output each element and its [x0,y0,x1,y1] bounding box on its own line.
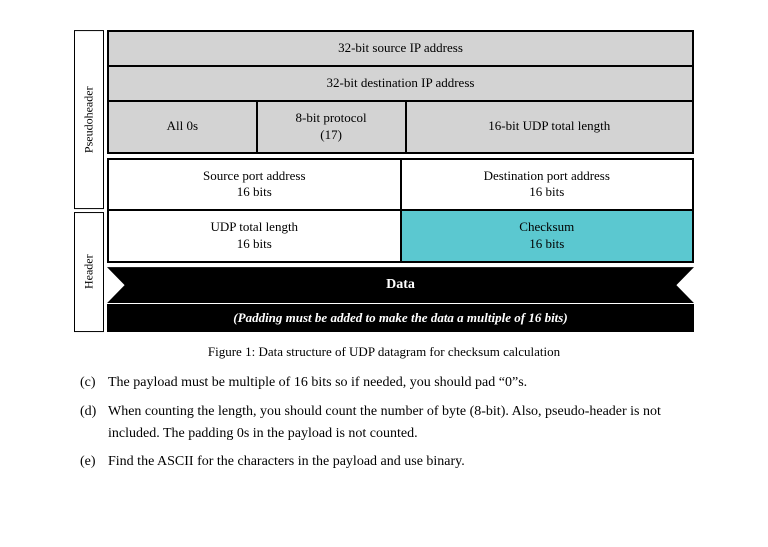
protocol-cell: 8-bit protocol (17) [256,102,405,152]
udp-length-cell: 16-bit UDP total length [405,102,693,152]
row-ports: Source port address 16 bits Destination … [107,158,694,210]
dest-ip-cell: 32-bit destination IP address [109,67,692,100]
list-item-c: (c) The payload must be multiple of 16 b… [80,372,688,394]
row-protocol: All 0s 8-bit protocol (17) 16-bit UDP to… [107,100,694,154]
list-item-e-label: (e) [80,451,108,473]
list-item-c-label: (c) [80,372,108,394]
row-source-ip: 32-bit source IP address [107,30,694,65]
list-item-d: (d) When counting the length, you should… [80,401,688,446]
figure-caption: Figure 1: Data structure of UDP datagram… [84,344,684,360]
source-port-cell: Source port address 16 bits [109,160,400,210]
data-row: Data [107,267,694,303]
data-note: (Padding must be added to make the data … [107,304,694,332]
udp-diagram: Pseudoheader Header 32-bit source IP add… [74,30,694,332]
udp-total-length-cell: UDP total length 16 bits [109,211,400,261]
row-dest-ip: 32-bit destination IP address [107,65,694,100]
list-item-d-text: When counting the length, you should cou… [108,401,688,446]
list-items: (c) The payload must be multiple of 16 b… [80,372,688,474]
list-item-d-label: (d) [80,401,108,423]
row-checksum: UDP total length 16 bits Checksum 16 bit… [107,209,694,263]
source-ip-cell: 32-bit source IP address [109,32,692,65]
diagram-rows: 32-bit source IP address 32-bit destinat… [107,30,694,332]
list-item-e-text: Find the ASCII for the characters in the… [108,451,688,473]
header-label: Header [74,212,104,332]
pseudoheader-label: Pseudoheader [74,30,104,209]
side-labels: Pseudoheader Header [74,30,104,332]
list-item-c-text: The payload must be multiple of 16 bits … [108,372,688,394]
all-zeros-cell: All 0s [109,102,256,152]
dest-port-cell: Destination port address 16 bits [400,160,693,210]
list-item-e: (e) Find the ASCII for the characters in… [80,451,688,473]
checksum-cell: Checksum 16 bits [400,211,693,261]
